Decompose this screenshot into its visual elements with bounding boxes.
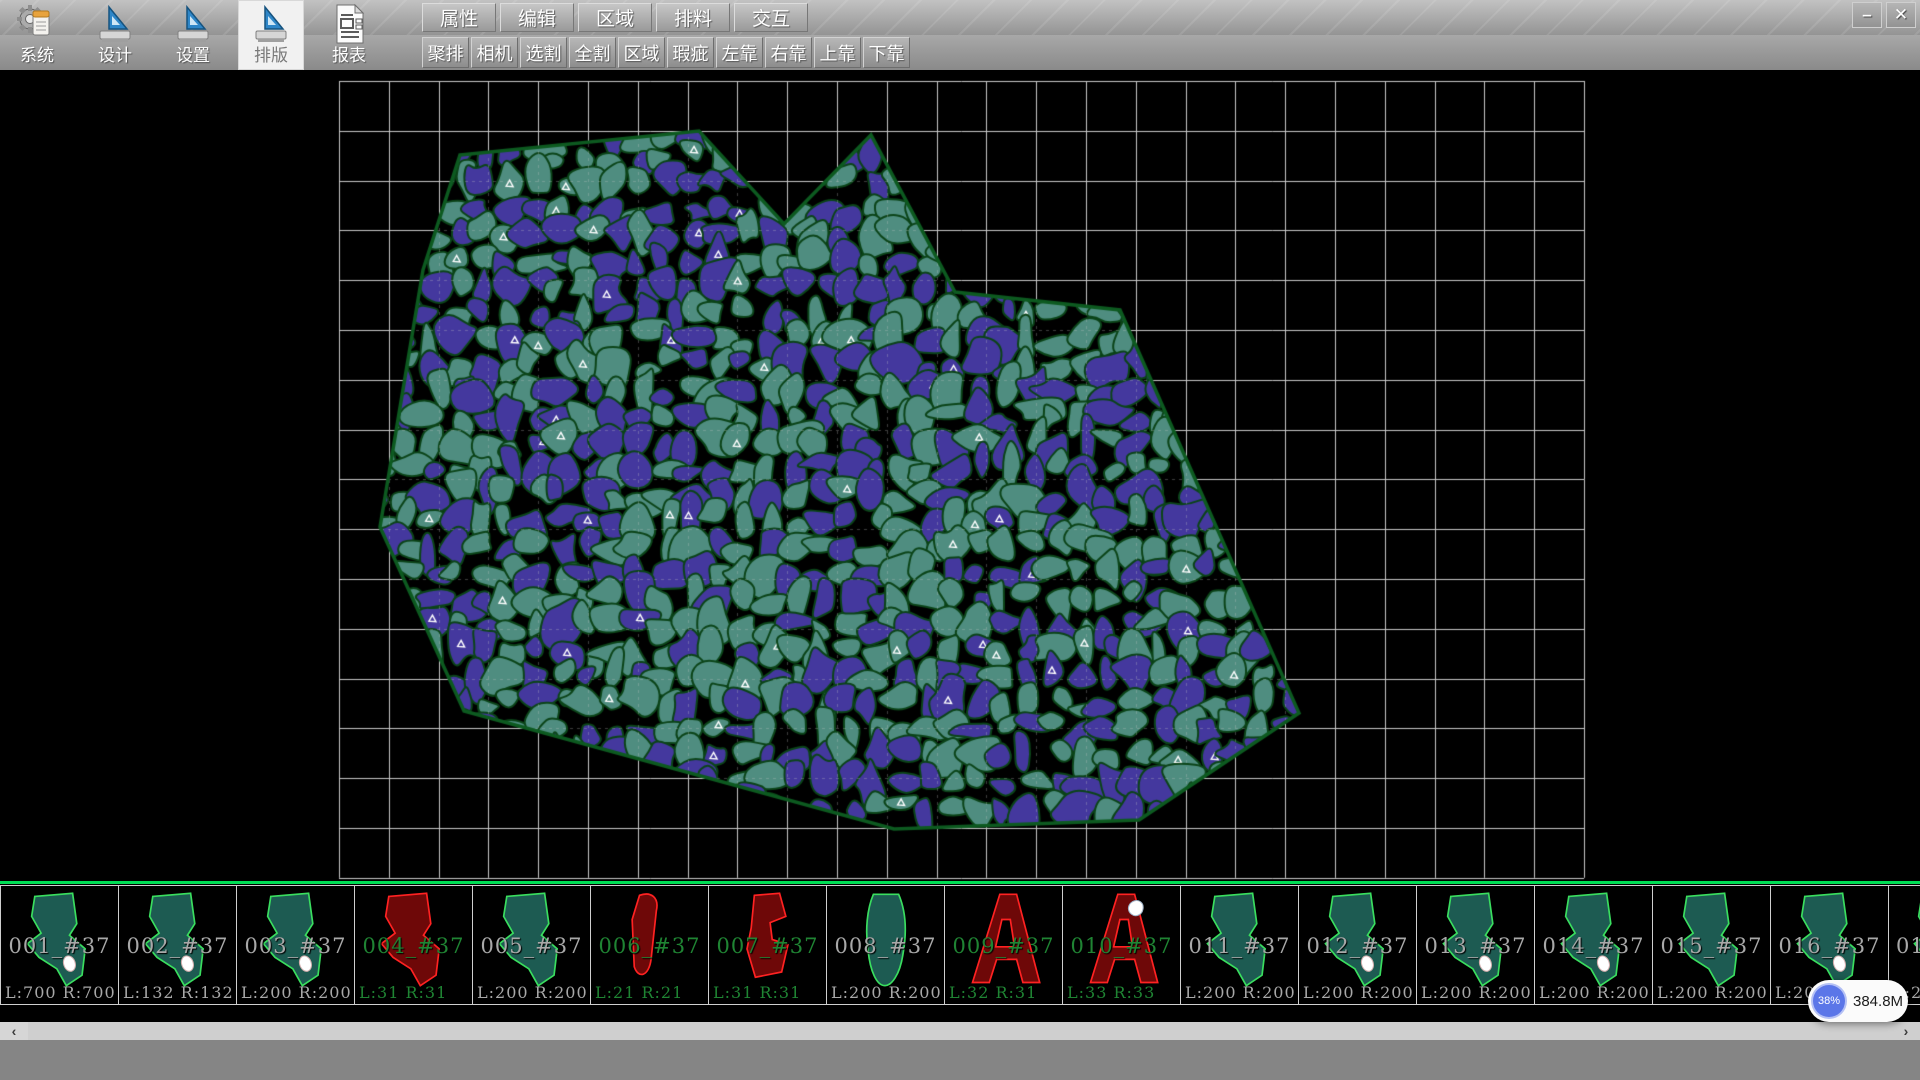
piece-id-label: 002_#37 [119,934,236,958]
piece-id-label: 015_#37 [1653,934,1770,958]
panel-separator [0,881,1920,884]
piece-id-label: 008_#37 [827,934,944,958]
piece-lr-label: L:32 R:31 [949,983,1037,1002]
thumbnail-007[interactable]: 007_#37 L:31 R:31 [708,885,826,1005]
thumbnail-006[interactable]: 006_#37 L:21 R:21 [590,885,708,1005]
scroll-right-button[interactable]: › [1892,1022,1920,1040]
header-toolbar: 系统设计设置排版报表 属性编辑区域排料交互 聚排相机选割全割区域瑕疵左靠右靠上靠… [0,0,1920,70]
window-controls: – ✕ [1852,2,1916,28]
piece-lr-label: L:31 R:31 [713,983,801,1002]
tool-row: 聚排相机选割全割区域瑕疵左靠右靠上靠下靠 [422,37,912,68]
piece-id-label: 012_#37 [1299,934,1416,958]
piece-lr-label: L:200 R:200 [831,983,942,1002]
menu-button-4[interactable]: 排料 [656,3,730,32]
piece-thumbnail-strip: 001_#37L:700 R:700002_#37L:132 R:132003_… [0,885,1920,1005]
status-strip [0,1040,1920,1080]
tab-label: 设置 [176,45,210,67]
tool-button-5[interactable]: 区域 [618,37,665,68]
setsquare-icon [173,3,213,45]
tab-label: 报表 [332,45,366,67]
progress-badge[interactable]: 38% 384.8M [1808,980,1908,1022]
progress-size-label: 384.8M [1853,993,1903,1010]
tab-label: 设计 [98,45,132,67]
thumbnail-015[interactable]: 015_#37 L:200 R:200 [1652,885,1770,1005]
setsquare-icon [95,3,135,45]
thumbnail-002[interactable]: 002_#37 L:132 R:132 [118,885,236,1005]
tool-button-8[interactable]: 右靠 [765,37,812,68]
tab-label: 系统 [20,45,54,67]
piece-id-label: 011_#37 [1181,934,1298,958]
tool-button-4[interactable]: 全割 [569,37,616,68]
thumbnail-014[interactable]: 014_#37 L:200 R:200 [1534,885,1652,1005]
piece-id-label: 001_#37 [1,934,118,958]
thumbnail-003[interactable]: 003_#37 L:200 R:200 [236,885,354,1005]
piece-id-label: 009_#37 [945,934,1062,958]
tool-button-7[interactable]: 左靠 [716,37,763,68]
tool-button-9[interactable]: 上靠 [814,37,861,68]
piece-id-label: 004_#37 [355,934,472,958]
system-icon [17,3,57,45]
thumbnail-011[interactable]: 011_#37 L:200 R:200 [1180,885,1298,1005]
close-button[interactable]: ✕ [1886,2,1916,28]
tool-button-3[interactable]: 选割 [520,37,567,68]
piece-id-label: 016_#37 [1771,934,1888,958]
piece-lr-label: L:200 R:200 [1421,983,1532,1002]
nesting-canvas[interactable] [0,70,1920,882]
piece-lr-label: L:200 R:200 [1539,983,1650,1002]
piece-lr-label: L:132 R:132 [123,983,234,1002]
horizontal-scrollbar[interactable]: ‹ › [0,1022,1920,1040]
tab-settings[interactable]: 设置 [160,0,226,70]
menu-button-1[interactable]: 属性 [422,3,496,32]
piece-lr-label: L:200 R:200 [477,983,588,1002]
tool-button-6[interactable]: 瑕疵 [667,37,714,68]
menu-button-2[interactable]: 编辑 [500,3,574,32]
report-icon [329,3,369,45]
piece-id-label: 003_#37 [237,934,354,958]
thumbnail-010[interactable]: 010_#37 L:33 R:33 [1062,885,1180,1005]
thumbnail-013[interactable]: 013_#37 L:200 R:200 [1416,885,1534,1005]
piece-id-label: 006_#37 [591,934,708,958]
piece-id-label: 013_#37 [1417,934,1534,958]
thumbnail-009[interactable]: 009_#37 L:32 R:31 [944,885,1062,1005]
tool-button-1[interactable]: 聚排 [422,37,469,68]
thumbnail-008[interactable]: 008_#37 L:200 R:200 [826,885,944,1005]
thumbnail-005[interactable]: 005_#37 L:200 R:200 [472,885,590,1005]
tab-system[interactable]: 系统 [4,0,70,70]
minimize-button[interactable]: – [1852,2,1882,28]
piece-lr-label: L:200 R:200 [241,983,352,1002]
tab-label: 排版 [254,45,288,67]
piece-id-label: 014_#37 [1535,934,1652,958]
menu-row: 属性编辑区域排料交互 [422,3,812,32]
tool-button-2[interactable]: 相机 [471,37,518,68]
piece-id-label: 005_#37 [473,934,590,958]
piece-id-label: 010_#37 [1063,934,1180,958]
menu-button-3[interactable]: 区域 [578,3,652,32]
tab-bar: 系统 设计 设置 排版 报表 [4,0,394,70]
piece-lr-label: L:200 R:200 [1657,983,1768,1002]
piece-id-label: 017_#37 [1889,934,1920,958]
thumbnail-001[interactable]: 001_#37 L:700 R:700 [0,885,118,1005]
piece-lr-label: L:33 R:33 [1067,983,1155,1002]
scroll-left-button[interactable]: ‹ [0,1022,28,1040]
progress-percent-circle: 38% [1811,983,1847,1019]
piece-id-label: 007_#37 [709,934,826,958]
tab-report[interactable]: 报表 [316,0,382,70]
piece-lr-label: L:31 R:31 [359,983,447,1002]
piece-lr-label: L:700 R:700 [5,983,116,1002]
setsquare-icon [251,3,291,45]
tab-design[interactable]: 设计 [82,0,148,70]
nesting-workspace [0,70,1920,882]
piece-lr-label: L:200 R:200 [1185,983,1296,1002]
menu-button-5[interactable]: 交互 [734,3,808,32]
piece-lr-label: L:21 R:21 [595,983,683,1002]
thumbnail-012[interactable]: 012_#37 L:200 R:200 [1298,885,1416,1005]
tool-button-10[interactable]: 下靠 [863,37,910,68]
piece-lr-label: L:200 R:200 [1303,983,1414,1002]
tab-layout[interactable]: 排版 [238,0,304,70]
thumbnail-004[interactable]: 004_#37 L:31 R:31 [354,885,472,1005]
